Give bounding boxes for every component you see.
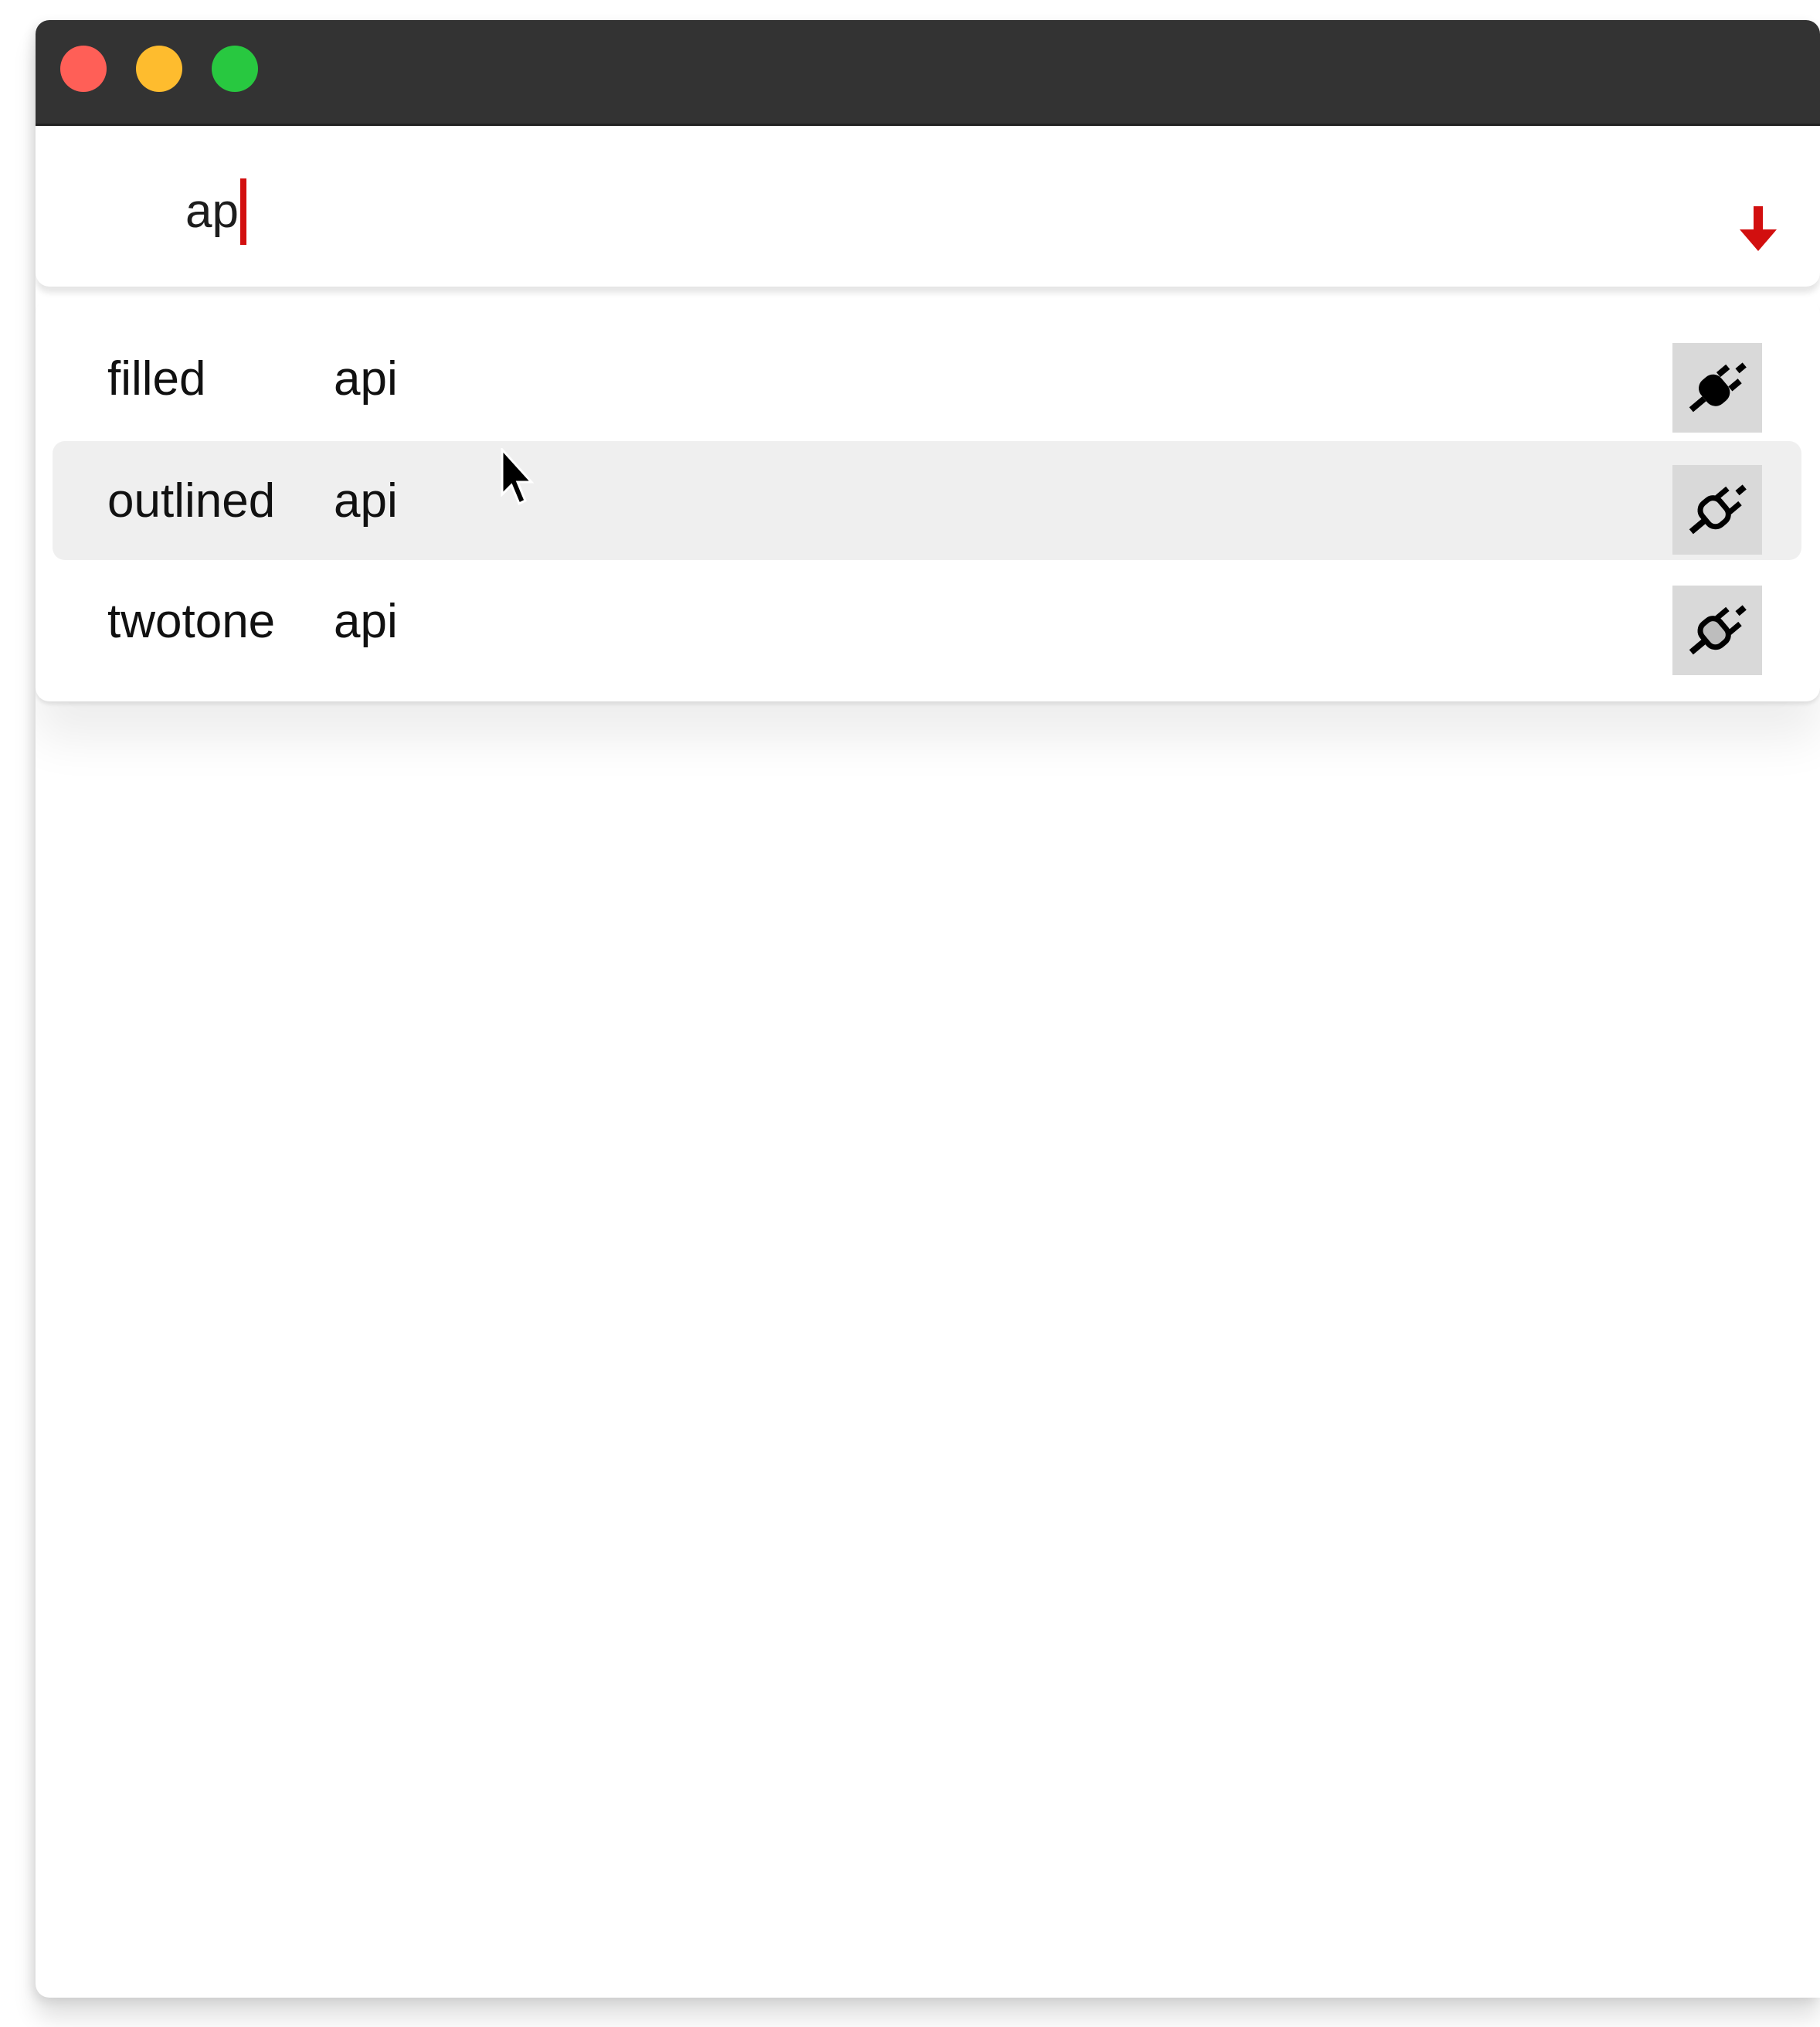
results-dropdown: filled api outlined api twotone api xyxy=(36,300,1820,701)
result-row-twotone[interactable]: twotone api xyxy=(53,562,1801,681)
result-variant-label: filled xyxy=(107,351,206,406)
result-variant-label: outlined xyxy=(107,474,276,528)
api-filled-icon[interactable] xyxy=(1672,343,1762,433)
result-icon-name: api xyxy=(334,594,398,648)
result-row-outlined[interactable]: outlined api xyxy=(53,441,1801,560)
api-twotone-icon[interactable] xyxy=(1672,586,1762,675)
result-variant-label: twotone xyxy=(107,594,276,648)
result-icon-name: api xyxy=(334,474,398,528)
arrow-down-icon[interactable] xyxy=(1737,203,1780,254)
title-bar xyxy=(36,20,1820,126)
page: ap filled api outlined api twotone api xyxy=(0,0,1820,2027)
zoom-window-button[interactable] xyxy=(212,46,258,92)
search-input[interactable]: ap xyxy=(185,178,246,245)
mouse-pointer-icon xyxy=(501,448,535,506)
result-row-filled[interactable]: filled api xyxy=(53,319,1801,438)
result-icon-name: api xyxy=(334,351,398,406)
search-bar: ap xyxy=(36,126,1820,287)
api-outlined-icon[interactable] xyxy=(1672,465,1762,555)
close-window-button[interactable] xyxy=(60,46,107,92)
app-window: ap filled api outlined api twotone api xyxy=(36,20,1820,1998)
minimize-window-button[interactable] xyxy=(136,46,182,92)
search-input-value: ap xyxy=(185,185,239,238)
text-caret xyxy=(239,178,246,245)
